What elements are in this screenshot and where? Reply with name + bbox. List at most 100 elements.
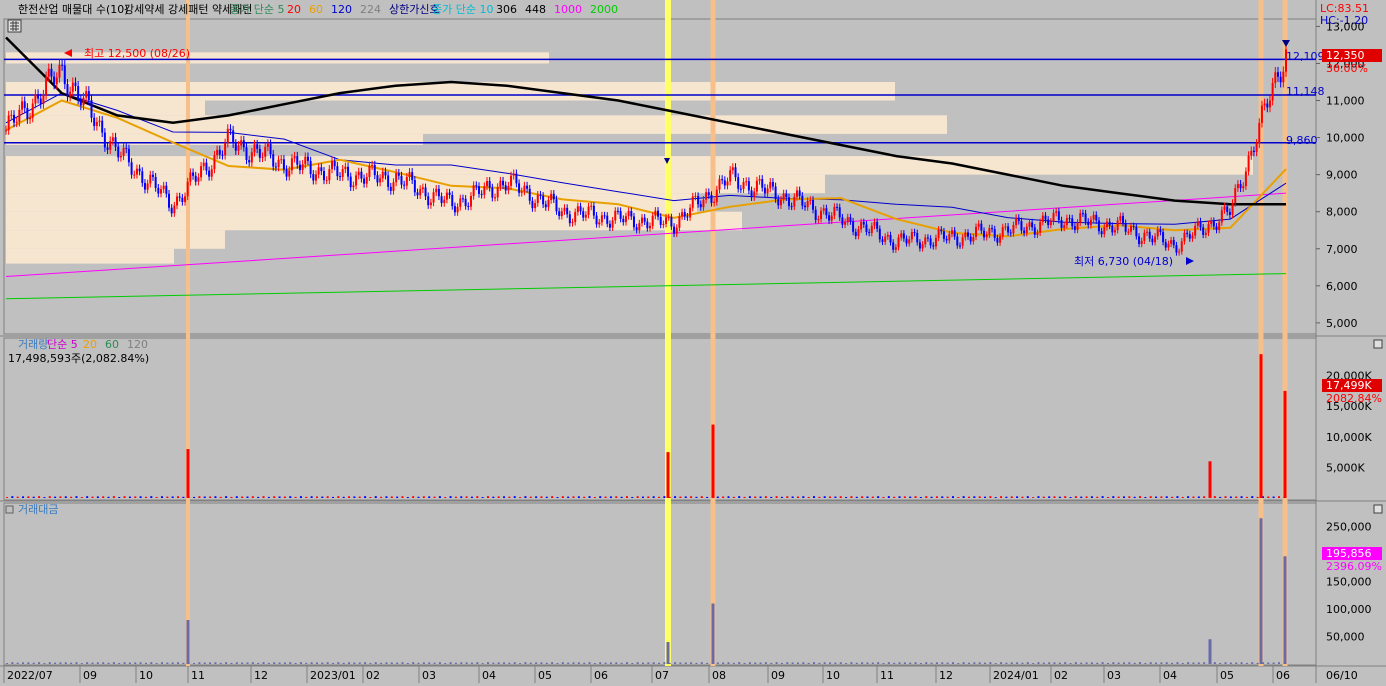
candle (659, 216, 662, 225)
amount-bar (770, 662, 773, 664)
candle (469, 195, 472, 207)
amount-bar (1080, 662, 1083, 664)
candle (381, 171, 384, 179)
amount-bar (861, 662, 864, 664)
candle (429, 202, 432, 206)
amount-bar (241, 662, 244, 664)
candle (643, 217, 646, 222)
amount-bar (294, 662, 297, 664)
volume-bar (807, 496, 810, 498)
amount-bar (572, 662, 575, 664)
amount-bar (984, 662, 987, 664)
candle (333, 161, 336, 167)
amount-bar (332, 662, 335, 664)
volume-bar (743, 496, 746, 498)
candle (820, 210, 823, 220)
volume-bar-spike (711, 424, 715, 498)
candle (368, 165, 371, 178)
amount-bar (203, 662, 206, 664)
candle (544, 204, 547, 208)
candle (699, 204, 702, 208)
stock-chart-window[interactable]: 최고 12,500 (08/26) 최저 6,730 (04/18) 12,10… (0, 0, 1386, 683)
volume-bar (866, 496, 869, 498)
x-tick-label: 07 (655, 669, 669, 682)
amount-bar (524, 662, 527, 664)
candle (579, 206, 582, 212)
candle (274, 166, 277, 168)
panel-close-icon[interactable] (1373, 504, 1383, 514)
candle (427, 196, 430, 206)
amount-bar (919, 663, 922, 664)
volume-bar (358, 496, 361, 498)
candle (742, 181, 745, 190)
volume-bar (305, 496, 308, 498)
amount-bar (75, 662, 78, 664)
candle (440, 196, 443, 204)
amount-bar (214, 662, 217, 664)
volume-bar (684, 496, 687, 498)
amount-bar (1074, 662, 1077, 664)
volume-bar (572, 496, 575, 498)
candle (563, 207, 566, 212)
candle (841, 217, 844, 225)
amount-bar (935, 662, 938, 664)
chart-canvas[interactable]: 최고 12,500 (08/26) 최저 6,730 (04/18) 12,10… (0, 0, 1386, 683)
candle (614, 210, 617, 221)
amount-bar (401, 662, 404, 664)
amount-bar (503, 662, 506, 664)
amount-bar (823, 662, 826, 664)
amount-bar (128, 662, 131, 664)
amount-bar (1096, 662, 1099, 664)
volume-bar (54, 496, 57, 498)
volume-bar (209, 496, 212, 498)
candle (202, 162, 205, 167)
candle (411, 172, 414, 181)
candle (1138, 236, 1141, 245)
candle (721, 179, 724, 181)
amount-bar (433, 662, 436, 664)
candle (624, 216, 627, 223)
candle (154, 176, 157, 188)
volume-bar (1229, 496, 1232, 498)
candle (1113, 230, 1116, 233)
volume-bar (289, 496, 292, 498)
candle (763, 187, 766, 194)
candle (229, 128, 232, 131)
candle (103, 132, 106, 148)
candle (293, 156, 296, 159)
amount-bar (1117, 662, 1120, 664)
candle (667, 217, 670, 219)
volume-bar (449, 496, 452, 498)
candle (13, 114, 16, 123)
price-tick-label: 9,000 (1326, 169, 1358, 182)
candle (828, 215, 831, 221)
volume-bar (38, 496, 41, 498)
candle (159, 189, 162, 194)
legend-item: 2000 (590, 3, 618, 16)
volume-bar-spike (666, 452, 670, 498)
candle (165, 185, 168, 194)
amount-bar (1048, 662, 1051, 664)
volume-bar (850, 496, 853, 498)
x-tick-label: 02 (366, 669, 380, 682)
candle (953, 230, 956, 237)
volume-bar (968, 496, 971, 498)
volume-bar (593, 497, 596, 498)
candle (18, 109, 21, 122)
candle (1036, 232, 1039, 235)
volume-bar (508, 496, 511, 498)
volume-bar (123, 496, 126, 498)
amount-bar (508, 662, 511, 664)
candle (200, 166, 203, 178)
candle (1260, 105, 1263, 123)
candle (1228, 211, 1231, 215)
candle (1081, 213, 1084, 215)
candle (964, 232, 967, 238)
volume-bar (225, 496, 228, 498)
panel-close-icon[interactable] (1373, 339, 1383, 349)
candle (304, 156, 307, 165)
candle (921, 244, 924, 249)
x-tick-label: 08 (712, 669, 726, 682)
candle (536, 194, 539, 204)
hline-label-2: 11,148 (1286, 85, 1325, 98)
